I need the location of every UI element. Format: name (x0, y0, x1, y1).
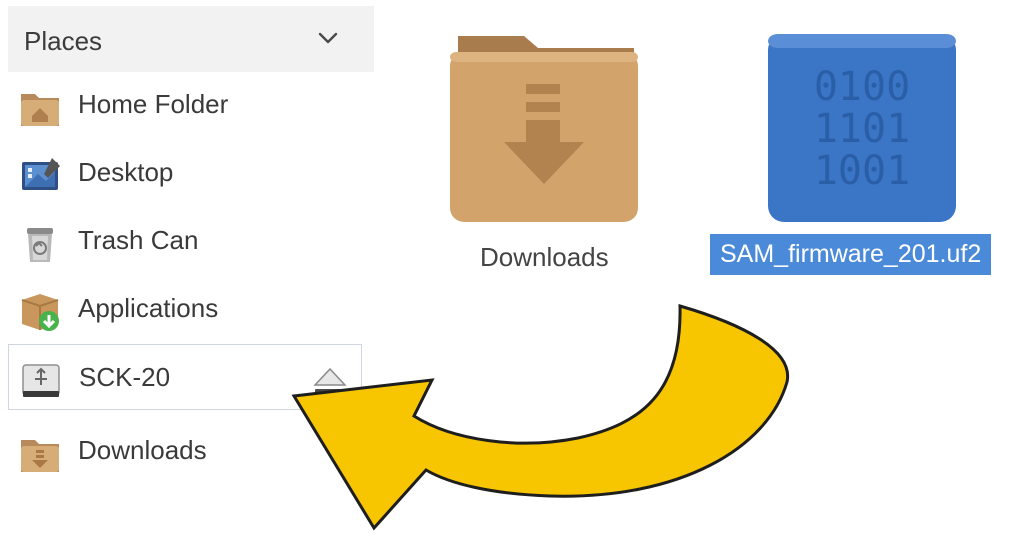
downloads-folder-icon (450, 36, 638, 222)
sidebar-item-desktop[interactable]: Desktop (8, 140, 362, 206)
sidebar-item-trash-can[interactable]: Trash Can (8, 208, 362, 274)
binary-row: 0100 (814, 64, 910, 110)
places-title: Places (24, 26, 103, 56)
places-header[interactable]: Places (8, 6, 374, 72)
desktop-icon (22, 158, 60, 190)
sidebar-item-label: Downloads (78, 435, 207, 465)
chevron-down-icon[interactable] (316, 26, 340, 50)
sidebar-item-label: SCK-20 (79, 362, 171, 392)
sidebar-item-label: Applications (78, 293, 219, 323)
usb-drive-icon (22, 364, 60, 397)
binary-row: 1101 (814, 106, 910, 152)
file-sam-firmware[interactable]: 0100 1101 1001 SAM_firmware_201.uf2 (708, 30, 1014, 282)
applications-icon (21, 294, 59, 331)
sidebar-item-label: Desktop (78, 157, 174, 187)
binary-row: 1001 (814, 148, 910, 194)
curved-arrow-icon (291, 303, 790, 531)
file-name: SAM_firmware_201.uf2 (710, 234, 992, 275)
trash-can-icon (27, 228, 53, 262)
sidebar-item-label: Trash Can (78, 225, 199, 255)
file-name: Downloads (480, 242, 609, 272)
file-downloads[interactable]: Downloads (440, 30, 650, 280)
sidebar-item-label: Home Folder (78, 89, 229, 119)
home-folder-icon (21, 94, 59, 126)
sidebar-item-home-folder[interactable]: Home Folder (8, 72, 362, 138)
binary-file-icon: 0100 1101 1001 (768, 34, 956, 222)
downloads-folder-icon (21, 440, 59, 472)
